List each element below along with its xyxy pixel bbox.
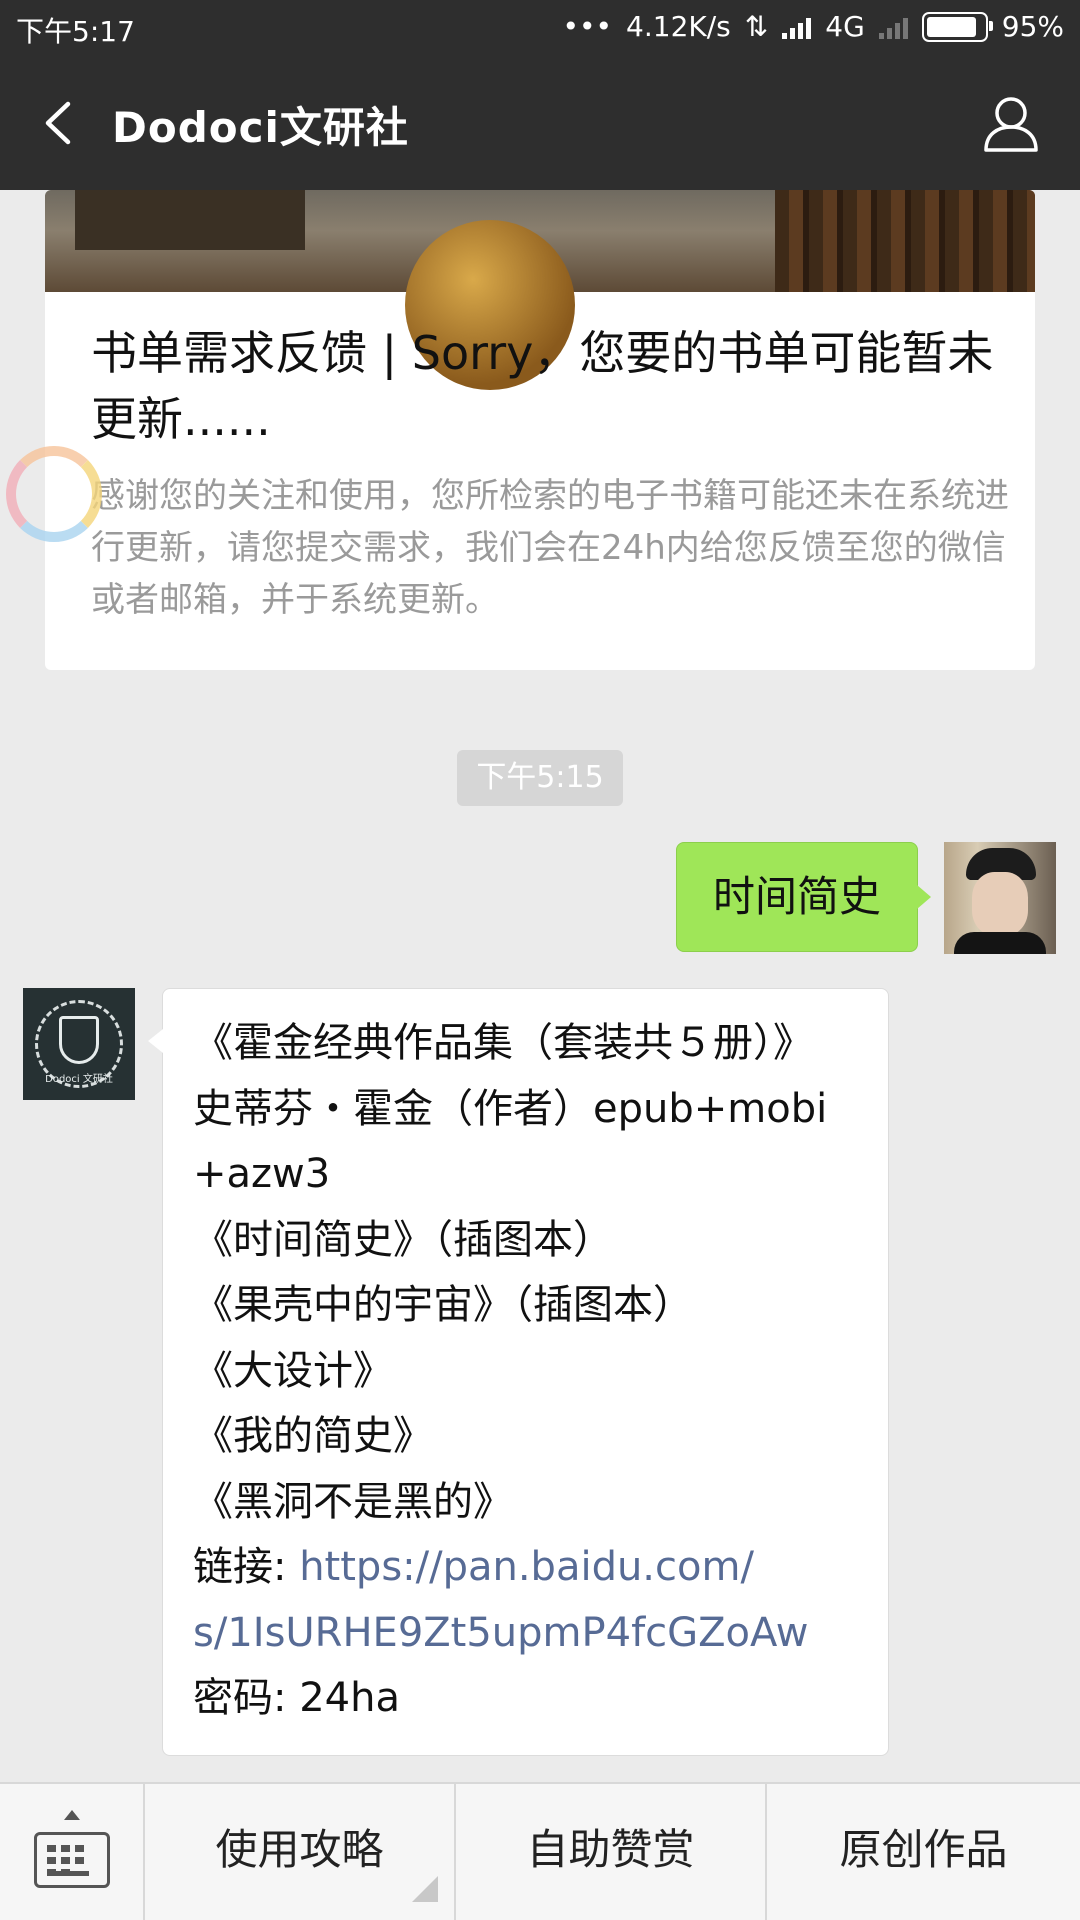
loading-spinner-icon (6, 446, 102, 542)
back-arrow-icon[interactable] (38, 100, 82, 146)
my-avatar[interactable] (944, 842, 1056, 954)
owl-crest-icon (59, 1016, 99, 1064)
status-bar: 下午5:17 ••• 4.12K/s ⇅ 4G 95% (0, 0, 1080, 56)
page-title: Dodoci文研社 (112, 103, 409, 152)
status-indicators: ••• 4.12K/s ⇅ 4G 95% (563, 10, 1065, 43)
submenu-indicator-icon (412, 1876, 438, 1902)
signal-icon (782, 15, 812, 39)
battery-percent: 95% (1001, 10, 1064, 43)
menu-self-reward[interactable]: 自助赞赏 (456, 1784, 767, 1920)
reply-line: 《时间简史》（插图本） (193, 1216, 613, 1263)
keyboard-toggle-button[interactable] (0, 1784, 145, 1920)
battery-icon (921, 11, 993, 42)
network-speed: 4.12K/s (626, 10, 731, 43)
menu-label: 使用攻略 (215, 1825, 384, 1874)
signal-none-icon (878, 15, 908, 39)
article-cover-image (45, 190, 1035, 390)
title-bar: Dodoci文研社 (0, 56, 1080, 190)
password-line: 密码: 24ha (193, 1675, 400, 1721)
reply-line: 《大设计》 (193, 1347, 393, 1394)
article-description: 感谢您的关注和使用，您所检索的电子书籍可能还未在系统进行更新，请您提交需求，我们… (91, 476, 1009, 620)
article-card[interactable]: 书单需求反馈 | Sorry，您要的书单可能暂未更新...... 感谢您的关注和… (45, 190, 1035, 670)
reply-message-bubble[interactable]: 《霍金经典作品集（套装共５册）》 史蒂芬・霍金（作者）epub+mobi +az… (148, 988, 889, 1756)
download-link[interactable]: https://pan.baidu.com/ (299, 1544, 754, 1590)
menu-label: 原创作品 (839, 1825, 1008, 1874)
chevron-up-icon (64, 1810, 80, 1820)
chat-time-separator: 下午5:15 (457, 750, 623, 806)
keyboard-icon (34, 1832, 110, 1888)
reply-line: 《果壳中的宇宙》（插图本） (193, 1282, 693, 1328)
menu-label: 自助赞赏 (526, 1825, 695, 1874)
network-type: 4G (825, 10, 865, 43)
menu-usage-guide[interactable]: 使用攻略 (145, 1784, 456, 1920)
article-title: 书单需求反馈 | Sorry，您要的书单可能暂未更新...... (91, 326, 994, 446)
status-time: 下午5:17 (16, 15, 135, 48)
link-line: 链接: https://pan.baidu.com/ (193, 1535, 870, 1601)
reply-line: 《我的简史》 (193, 1413, 433, 1459)
reply-line: 史蒂芬・霍金（作者）epub+mobi (193, 1085, 828, 1132)
my-message-bubble[interactable]: 时间简史 (676, 842, 931, 952)
link-label: 链接: (193, 1544, 300, 1590)
data-transfer-icon: ⇅ (744, 10, 769, 43)
avatar-logo-text: Dodoci 文研社 (45, 1074, 113, 1085)
reply-line: +azw3 (193, 1151, 331, 1197)
menu-original-works[interactable]: 原创作品 (767, 1784, 1080, 1920)
official-account-avatar[interactable]: Dodoci 文研社 (23, 988, 135, 1100)
profile-icon[interactable] (982, 94, 1040, 152)
reply-line: 《黑洞不是黑的》 (193, 1478, 513, 1525)
download-link-continued[interactable]: s/1IsURHE9Zt5upmP4fcGZoAw (193, 1601, 870, 1667)
bottom-menu-bar: 使用攻略 自助赞赏 原创作品 (0, 1782, 1080, 1920)
more-dots-icon: ••• (562, 10, 613, 43)
reply-line: 《霍金经典作品集（套装共５册）》 (193, 1020, 813, 1066)
